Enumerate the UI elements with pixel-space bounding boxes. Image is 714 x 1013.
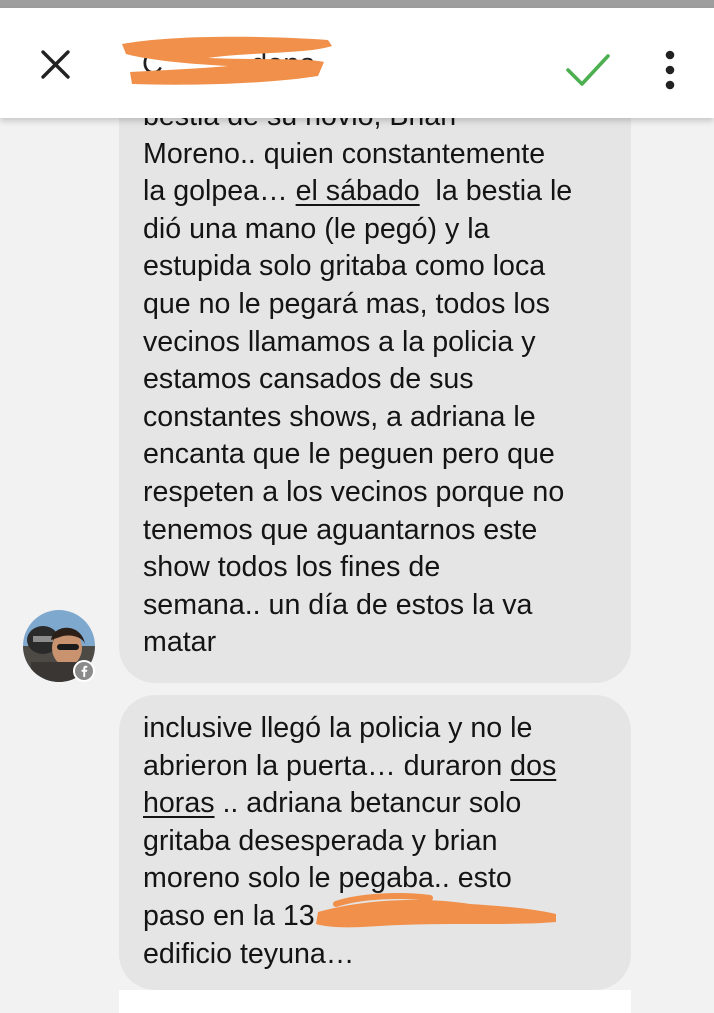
message-line: vecinos llamamos a la policia y xyxy=(143,325,536,358)
status-strip xyxy=(0,0,714,8)
check-icon xyxy=(566,54,610,86)
close-button[interactable] xyxy=(30,40,80,90)
message-text: abrieron la puerta… duraron xyxy=(143,749,511,782)
message-line: inclusive llegó la policia y no le xyxy=(143,712,533,744)
message-line: encanta que le peguen pero que xyxy=(143,438,555,471)
message-line: la golpea… el sábado la bestia le xyxy=(143,173,607,211)
message-line: respeten a los vecinos porque no xyxy=(143,475,565,508)
message-text: la golpea… xyxy=(143,175,296,208)
message-line: edificio teyuna… xyxy=(143,937,355,970)
message-line: Moreno.. quien constantemente xyxy=(143,137,546,170)
close-icon xyxy=(41,50,70,79)
message-line: tenemos que aguantarnos este xyxy=(143,513,538,546)
message-line: dió una mano (le pegó) y la xyxy=(143,212,490,245)
date-link[interactable]: el sábado xyxy=(296,175,420,207)
duration-link[interactable]: horas xyxy=(143,787,215,819)
message-line: estamos cansados de sus xyxy=(143,363,474,396)
message-line: matar xyxy=(143,626,217,659)
message-line: abrieron la puerta… duraron dos xyxy=(143,748,607,786)
message-line: moreno solo le pegaba.. esto xyxy=(143,862,512,895)
message-line: paso en la 13 xyxy=(143,899,315,932)
message-text: la bestia le xyxy=(419,175,573,208)
confirm-button[interactable] xyxy=(560,42,616,98)
message-bubble[interactable]: inclusive llegó la policia y no le abrie… xyxy=(119,695,631,990)
app-bar: Cdena xyxy=(0,8,714,118)
message-line: semana.. un día de estos la va xyxy=(143,588,533,621)
more-vertical-icon xyxy=(665,50,675,90)
reply-area xyxy=(119,990,631,1013)
message-line: show todos los fines de xyxy=(143,551,441,584)
facebook-badge-icon xyxy=(73,660,95,682)
message-bubble[interactable]: bestia de su novio, Brian Moreno.. quien… xyxy=(119,60,631,683)
message-line: que no le pegará mas, todos los xyxy=(143,287,550,320)
message-line: gritaba desesperada y brian xyxy=(143,824,498,857)
duration-link[interactable]: dos xyxy=(510,750,556,782)
message-text: .. adriana betancur solo xyxy=(214,787,522,820)
avatar[interactable] xyxy=(23,610,95,682)
message-line: estupida solo gritaba como loca xyxy=(143,250,546,283)
more-options-button[interactable] xyxy=(652,42,688,98)
message-line: constantes shows, a adriana le xyxy=(143,400,536,433)
message-line: horas .. adriana betancur solo xyxy=(143,785,607,823)
title-redaction-scribble xyxy=(122,36,332,85)
